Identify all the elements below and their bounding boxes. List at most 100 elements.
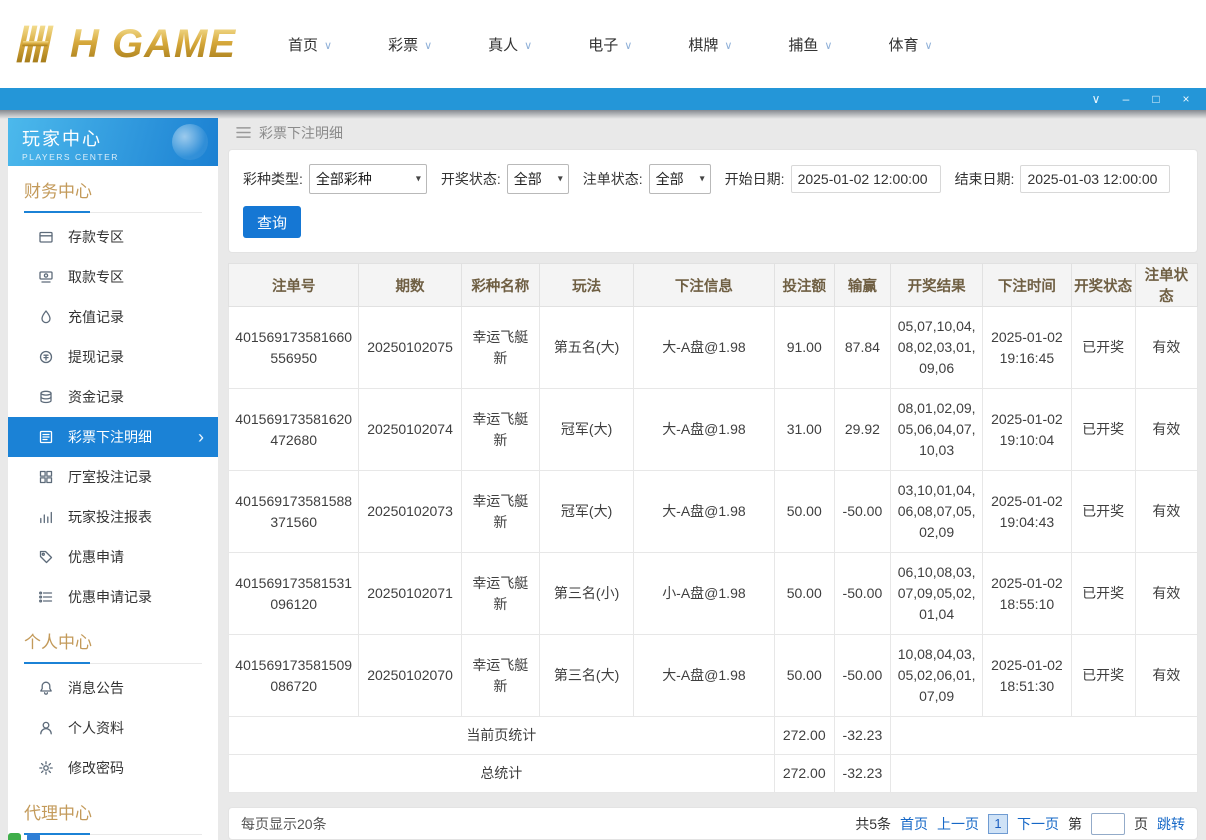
sidebar-item-hall-bets[interactable]: 厅室投注记录 — [8, 457, 218, 497]
site-logo[interactable]: H GAME — [12, 21, 236, 67]
table-header-row: 注单号 期数 彩种名称 玩法 下注信息 投注额 输赢 开奖结果 下注时间 开奖状态 注单状态 — [227, 263, 1199, 308]
sidebar-item-promo-apply[interactable]: 优惠申请 — [8, 537, 218, 577]
table-row: 401569173581588371560 20250102073 幸运飞艇新 冠军(… — [227, 470, 1199, 554]
breadcrumb: 彩票下注明细 — [228, 118, 1198, 147]
sidebar-item-withdrawal-record[interactable]: 提现记录 — [8, 337, 218, 377]
table-cell-4: 大-A盘@1.98 — [633, 388, 775, 472]
sidebar-item-withdraw[interactable]: 取款专区 — [8, 257, 218, 297]
table-cell-9: 已开奖 — [1070, 634, 1136, 718]
first-page-link[interactable]: 首页 — [900, 814, 928, 834]
promo-apply-icon — [38, 549, 54, 565]
table-cell-3: 第五名(大) — [538, 306, 635, 390]
sidebar-title: 玩家中心 — [22, 129, 102, 149]
table-cell-1: 20250102071 — [358, 552, 462, 636]
promo-record-icon — [38, 589, 54, 605]
nav-item-6[interactable]: 体育 ∨ — [888, 34, 932, 55]
end-date-input[interactable] — [1020, 165, 1171, 194]
table-cell-9: 已开奖 — [1070, 306, 1136, 390]
table-cell-8: 2025-01-02 19:10:04 — [982, 388, 1072, 472]
summary-bet-total: 272.00 — [773, 716, 835, 756]
prev-page-link[interactable]: 上一页 — [937, 814, 979, 834]
jump-button[interactable]: 跳转 — [1157, 814, 1185, 834]
table-cell-5: 50.00 — [773, 470, 835, 554]
sidebar-item-person[interactable]: 个人资料 — [8, 708, 218, 748]
table-cell-8: 2025-01-02 19:16:45 — [982, 306, 1072, 390]
sidebar-item-promo-record[interactable]: 优惠申请记录 — [8, 577, 218, 617]
order-status-select[interactable]: 全部 — [648, 164, 711, 195]
table-cell-8: 2025-01-02 19:04:43 — [982, 470, 1072, 554]
table-cell-0: 401569173581509086720 — [227, 634, 360, 718]
draw-status-filter: 开奖状态: 全部 — [441, 164, 569, 195]
column-header-7: 开奖结果 — [889, 263, 984, 308]
next-page-link[interactable]: 下一页 — [1017, 814, 1059, 834]
sidebar-item-lottery-bets[interactable]: 彩票下注明细 › — [8, 417, 218, 457]
nav-item-5[interactable]: 捕鱼 ∨ — [788, 34, 832, 55]
player-report-icon — [38, 509, 54, 525]
window-close-button[interactable]: × — [1174, 88, 1198, 110]
window-maximize-button[interactable]: □ — [1144, 88, 1168, 110]
sidebar-item-recharge-record[interactable]: 充值记录 — [8, 297, 218, 337]
table-cell-5: 91.00 — [773, 306, 835, 390]
current-page-indicator[interactable]: 1 — [988, 813, 1008, 834]
sidebar-item-gear[interactable]: 修改密码 — [8, 748, 218, 788]
nav-item-0[interactable]: 首页 ∨ — [288, 34, 332, 55]
window-menu-button[interactable]: ∨ — [1084, 88, 1108, 110]
summary-label: 总统计 — [228, 754, 775, 794]
nav-item-3[interactable]: 电子 ∨ — [588, 34, 632, 55]
nav-item-label: 首页 — [288, 36, 319, 54]
table-cell-10: 有效 — [1134, 388, 1199, 472]
table-cell-1: 20250102073 — [358, 470, 462, 554]
table-cell-7: 06,10,08,03,07,09,05,02,01,04 — [889, 552, 984, 636]
taskbar-icons-peek — [8, 833, 40, 840]
nav-item-label: 真人 — [488, 36, 519, 54]
draw-status-select[interactable]: 全部 — [506, 164, 569, 195]
jump-page-input[interactable] — [1091, 812, 1125, 835]
sidebar-item-label: 资金记录 — [68, 389, 124, 405]
order-status-filter: 注单状态: 全部 — [583, 164, 711, 195]
table-cell-6: 29.92 — [833, 388, 891, 472]
table-cell-5: 50.00 — [773, 552, 835, 636]
sidebar-item-label: 厅室投注记录 — [68, 469, 152, 485]
withdraw-icon — [38, 269, 54, 285]
funds-record-icon — [38, 389, 54, 405]
table-cell-9: 已开奖 — [1070, 388, 1136, 472]
sidebar-item-funds-record[interactable]: 资金记录 — [8, 377, 218, 417]
nav-item-1[interactable]: 彩票 ∨ — [388, 34, 432, 55]
sidebar-item-player-report[interactable]: 玩家投注报表 — [8, 497, 218, 537]
start-date-input[interactable] — [790, 165, 941, 194]
sidebar-item-label: 玩家投注报表 — [68, 509, 152, 525]
sidebar-item-label: 优惠申请 — [68, 549, 124, 565]
window-minimize-button[interactable]: – — [1114, 88, 1138, 110]
sidebar-item-label: 提现记录 — [68, 349, 124, 365]
page-size-text: 每页显示20条 — [241, 815, 327, 832]
summary-row: 总统计 272.00 -32.23 — [228, 754, 1199, 794]
person-icon — [38, 720, 54, 736]
table-cell-0: 401569173581588371560 — [227, 470, 360, 554]
table-cell-6: 87.84 — [833, 306, 891, 390]
summary-win-loss: -32.23 — [833, 754, 891, 794]
taskbar-icon-1[interactable] — [8, 833, 21, 840]
taskbar-icon-2[interactable] — [27, 833, 40, 840]
table-cell-2: 幸运飞艇新 — [460, 388, 540, 472]
hamburger-icon — [236, 127, 251, 139]
nav-item-2[interactable]: 真人 ∨ — [488, 34, 532, 55]
table-cell-9: 已开奖 — [1070, 470, 1136, 554]
table-cell-7: 10,08,04,03,05,02,06,01,07,09 — [889, 634, 984, 718]
table-cell-1: 20250102075 — [358, 306, 462, 390]
chevron-down-icon: ∨ — [724, 39, 733, 52]
table-cell-10: 有效 — [1134, 470, 1199, 554]
table-cell-6: -50.00 — [833, 552, 891, 636]
deposit-card-icon — [38, 229, 54, 245]
lottery-type-select[interactable]: 全部彩种 — [308, 164, 427, 195]
pager: 共5条 首页 上一页 1 下一页 第 页 跳转 — [855, 812, 1185, 835]
sidebar-item-deposit-card[interactable]: 存款专区 — [8, 217, 218, 257]
nav-item-4[interactable]: 棋牌 ∨ — [688, 34, 732, 55]
window-titlebar: ∨ – □ × — [0, 88, 1206, 110]
search-button[interactable]: 查询 — [243, 206, 301, 239]
sidebar-item-bell[interactable]: 消息公告 — [8, 668, 218, 708]
logo-text: H GAME — [70, 21, 236, 66]
nav-item-label: 捕鱼 — [788, 36, 819, 54]
table-cell-7: 08,01,02,09,05,06,04,07,10,03 — [889, 388, 984, 472]
sidebar-menu: 财务中心 存款专区 取款专区 充值记录 提现记录 资金记录 彩票下注明细 › 厅室投注记录 玩家投… — [8, 182, 218, 839]
bets-table: 注单号 期数 彩种名称 玩法 下注信息 投注额 输赢 开奖结果 下注时间 开奖状态 注单状态 401… — [227, 263, 1199, 794]
